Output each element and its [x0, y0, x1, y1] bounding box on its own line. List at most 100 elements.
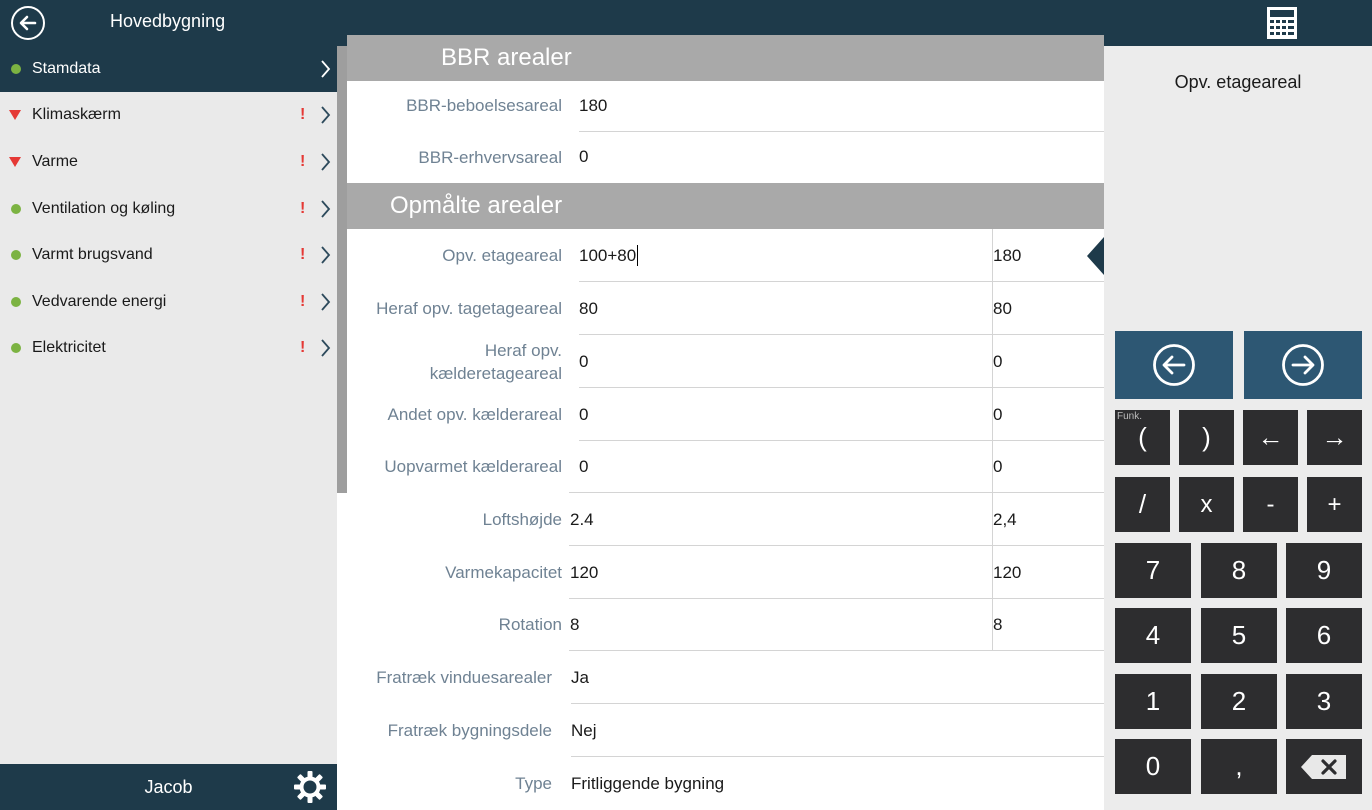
- key-multiply[interactable]: x: [1179, 477, 1234, 532]
- field-value[interactable]: 0: [579, 131, 588, 183]
- sidebar-item-klimaskaerm[interactable]: Klimaskærm !: [0, 92, 337, 138]
- user-name: Jacob: [144, 777, 193, 797]
- calculator-icon[interactable]: [1266, 6, 1298, 40]
- sidebar-item-label: Vedvarende energi: [32, 293, 167, 310]
- key-6[interactable]: 6: [1286, 608, 1362, 663]
- key-4[interactable]: 4: [1115, 608, 1191, 663]
- key-9[interactable]: 9: [1286, 543, 1362, 598]
- chevron-right-icon: [321, 153, 331, 171]
- form-row-fratraek-vinduesarealer: Fratræk vinduesarealer Ja: [347, 651, 1104, 704]
- field-label: Uopvarmet kælderareal: [384, 457, 562, 476]
- key-3[interactable]: 3: [1286, 674, 1362, 729]
- sidebar-item-varmt-brugsvand[interactable]: Varmt brugsvand !: [0, 232, 337, 278]
- section-header-bbr: BBR arealer: [347, 35, 1104, 81]
- key-label: 1: [1145, 686, 1161, 716]
- result-value: 80: [993, 298, 1012, 318]
- scrollbar[interactable]: [337, 46, 347, 493]
- expression-input[interactable]: 80: [579, 282, 598, 335]
- field-label: Fratræk bygningsdele: [387, 721, 552, 740]
- result-value: 180: [993, 245, 1022, 265]
- option-value[interactable]: Fritliggende bygning: [571, 757, 724, 810]
- funk-label: Funk.: [1117, 411, 1143, 422]
- result-value: 0: [993, 456, 1003, 476]
- field-label: Fratræk vinduesarealer: [376, 668, 552, 687]
- key-open-paren[interactable]: Funk. (: [1115, 410, 1170, 465]
- gear-icon[interactable]: [293, 770, 327, 804]
- option-value[interactable]: Nej: [571, 704, 597, 757]
- form-row-bbr-erhverv: BBR-erhvervsareal 0: [347, 131, 1104, 183]
- result-value: 2,4: [993, 509, 1017, 529]
- key-label: ←: [1257, 422, 1284, 452]
- expression-input[interactable]: 0: [579, 440, 588, 493]
- status-error-icon: [9, 110, 21, 120]
- field-label: Type: [515, 774, 552, 793]
- backspace-icon: [1301, 754, 1346, 779]
- key-label: -: [1266, 490, 1275, 518]
- field-label: Heraf opv. kælderetageareal: [430, 335, 562, 388]
- form-row-fratraek-bygningsdele: Fratræk bygningsdele Nej: [347, 704, 1104, 757]
- form-row-bbr-beboelse: BBR-beboelsesareal 180: [347, 79, 1104, 132]
- field-label-line: Heraf opv.: [484, 340, 562, 360]
- sidebar-item-elektricitet[interactable]: Elektricitet !: [0, 325, 337, 371]
- sidebar-footer: Jacob: [0, 764, 337, 810]
- sidebar-item-stamdata[interactable]: Stamdata: [0, 46, 337, 92]
- status-error-icon: [9, 157, 21, 167]
- key-label: /: [1138, 489, 1147, 519]
- key-5[interactable]: 5: [1201, 608, 1277, 663]
- key-cursor-right[interactable]: →: [1307, 410, 1362, 465]
- keypad-panel: Opv. etageareal Funk. ( ) ← → / x - + 7 …: [1104, 46, 1372, 810]
- back-arrow-icon[interactable]: [11, 6, 45, 40]
- expression-text: 100+80: [579, 245, 637, 265]
- key-label: +: [1327, 490, 1342, 518]
- key-2[interactable]: 2: [1201, 674, 1277, 729]
- next-field-button[interactable]: [1244, 331, 1362, 399]
- sidebar-item-label: Elektricitet: [32, 339, 106, 356]
- expression-input[interactable]: 100+80: [579, 229, 639, 282]
- form-row-varmekapacitet: Varmekapacitet 120 120: [347, 546, 1104, 599]
- key-label: →: [1321, 422, 1348, 452]
- status-ok-icon: [11, 204, 21, 214]
- warning-icon: !: [300, 153, 306, 170]
- key-0[interactable]: 0: [1115, 739, 1191, 794]
- chevron-right-icon: [321, 293, 331, 311]
- key-plus[interactable]: +: [1307, 477, 1362, 532]
- key-label: 3: [1316, 686, 1332, 716]
- expression-input[interactable]: 0: [579, 388, 588, 441]
- expression-input[interactable]: 2.4: [570, 493, 594, 546]
- warning-icon: !: [300, 246, 306, 263]
- chevron-right-icon: [321, 60, 331, 78]
- key-label: ,: [1235, 751, 1243, 781]
- form-row-type: Type Fritliggende bygning: [347, 757, 1104, 810]
- chevron-right-icon: [321, 339, 331, 357]
- key-label: 7: [1145, 555, 1161, 585]
- sidebar-item-varme[interactable]: Varme !: [0, 139, 337, 185]
- key-label: 5: [1231, 620, 1247, 650]
- previous-field-button[interactable]: [1115, 331, 1233, 399]
- focus-pointer: [1087, 237, 1104, 275]
- key-cursor-left[interactable]: ←: [1243, 410, 1298, 465]
- key-divide[interactable]: /: [1115, 477, 1170, 532]
- section-header-measured: Opmålte arealer: [347, 183, 1104, 229]
- key-close-paren[interactable]: ): [1179, 410, 1234, 465]
- field-label: Opv. etageareal: [442, 246, 562, 265]
- field-value[interactable]: 180: [579, 79, 607, 132]
- warning-icon: !: [300, 339, 306, 356]
- option-value[interactable]: Ja: [571, 651, 589, 704]
- sidebar-item-ventilation[interactable]: Ventilation og køling !: [0, 186, 337, 232]
- field-label: Rotation: [498, 615, 562, 634]
- key-minus[interactable]: -: [1243, 477, 1298, 532]
- expression-input[interactable]: 8: [570, 598, 579, 651]
- sidebar-item-vedvarende-energi[interactable]: Vedvarende energi !: [0, 279, 337, 325]
- key-7[interactable]: 7: [1115, 543, 1191, 598]
- expression-input[interactable]: 120: [570, 546, 598, 599]
- circle-arrow-left-icon: [1153, 344, 1195, 386]
- key-label: 8: [1231, 555, 1247, 585]
- text-caret: [637, 245, 639, 266]
- expression-input[interactable]: 0: [579, 335, 588, 388]
- key-comma[interactable]: ,: [1201, 739, 1277, 794]
- key-backspace[interactable]: [1286, 739, 1362, 794]
- sidebar-item-label: Stamdata: [32, 60, 101, 77]
- field-label-line: kælderetageareal: [429, 363, 562, 383]
- key-8[interactable]: 8: [1201, 543, 1277, 598]
- key-1[interactable]: 1: [1115, 674, 1191, 729]
